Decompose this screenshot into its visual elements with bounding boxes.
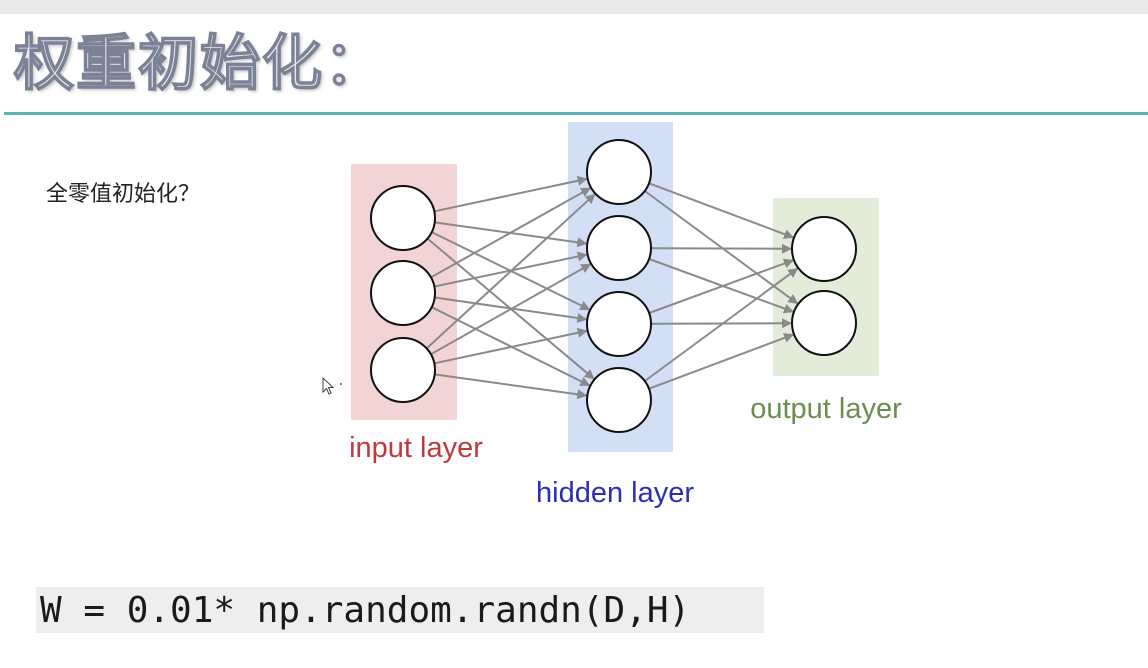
edge-hidden-1-to-output-0	[650, 243, 792, 254]
input-layer-label: input layer	[349, 432, 483, 464]
edge-input-2-to-hidden-3	[434, 373, 588, 400]
hidden-neuron-1	[586, 215, 652, 281]
neural-network-diagram: input layer hidden layer output layer	[349, 122, 902, 509]
output-neuron-0	[791, 216, 857, 282]
input-neuron-0	[370, 185, 436, 251]
hidden-neuron-3	[586, 367, 652, 433]
hidden-neuron-2	[586, 291, 652, 357]
output-neuron-1	[791, 290, 857, 356]
output-layer-label: output layer	[750, 393, 902, 425]
input-neuron-1	[370, 260, 436, 326]
mouse-pointer-icon	[322, 377, 342, 395]
hidden-layer-label: hidden layer	[536, 477, 694, 509]
hidden-neuron-0	[586, 139, 652, 205]
edge-input-2-to-hidden-2	[434, 327, 588, 365]
input-neuron-2	[370, 337, 436, 403]
edge-input-0-to-hidden-0	[434, 175, 588, 213]
